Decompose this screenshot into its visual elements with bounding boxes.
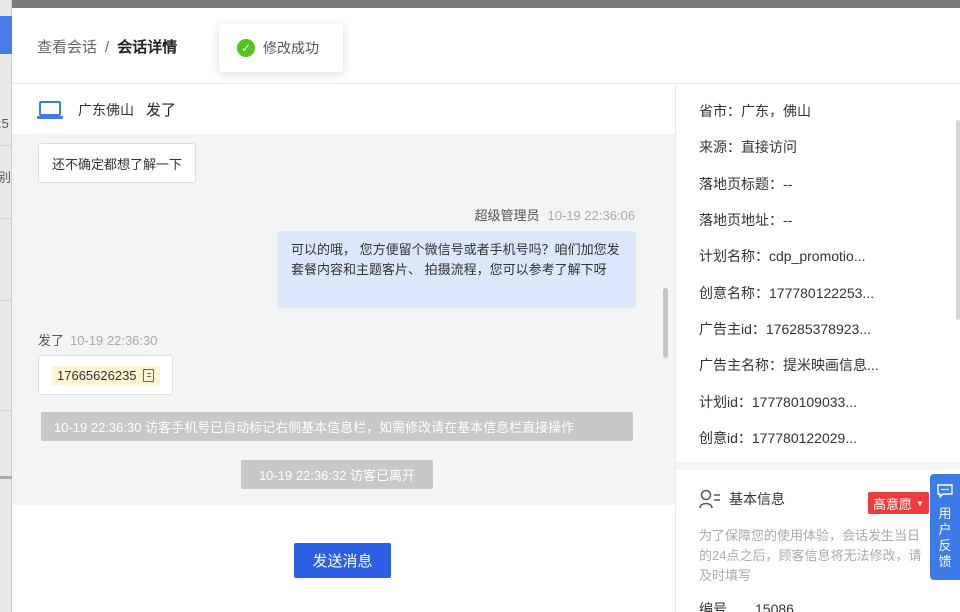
phone-number: 17665626235: [57, 367, 137, 383]
visitor-info-panel: 省市：广东，佛山 来源：直接访问 落地页标题：-- 落地页地址：-- 计划名称：…: [675, 85, 960, 612]
code-row: 编号 15086: [699, 599, 794, 612]
agent-message-meta: 超级管理员 10-19 22:36:06: [475, 205, 635, 224]
background-divider: [0, 300, 12, 301]
success-toast: ✓ 修改成功: [219, 24, 343, 72]
info-landing-url: 落地页地址：--: [699, 212, 793, 228]
background-divider: [0, 218, 12, 219]
agent-message: 可以的哦， 您方便留个微信号或者手机号吗？咱们加您发套餐内容和主题客片、 拍摄流…: [277, 231, 636, 308]
visitor-region: 广东佛山: [78, 101, 134, 118]
info-source: 来源：直接访问: [699, 139, 797, 155]
breadcrumb-current: 会话详情: [117, 39, 178, 56]
chat-footer: 发送消息: [12, 505, 675, 612]
message-time: 10-19 22:36:30: [70, 333, 158, 348]
background-text-fragment: 别: [0, 170, 12, 185]
phone-chip[interactable]: 17665626235: [51, 365, 160, 385]
info-plan-id: 计划id：177780109033...: [699, 394, 857, 410]
session-detail-drawer: 查看会话 / 会话详情 ✓ 修改成功 广东佛山 发了 还不确定都想了解一下 超级管理…: [12, 8, 960, 612]
info-scrollbar[interactable]: [956, 120, 960, 320]
message-icon: [937, 484, 953, 498]
section-divider: [676, 462, 960, 470]
check-circle-icon: ✓: [237, 39, 255, 57]
background-text-fragment: :5: [0, 116, 9, 131]
breadcrumb-separator: /: [105, 39, 110, 56]
system-notice-text: 10-19 22:36:30 访客手机号已自动标记右侧基本信息栏，如需修改请在基…: [54, 420, 575, 435]
chat-panel: 广东佛山 发了 还不确定都想了解一下 超级管理员 10-19 22:36:06 可…: [12, 85, 675, 612]
breadcrumb: 查看会话 / 会话详情: [37, 36, 177, 57]
chat-scrollbar[interactable]: [663, 288, 668, 358]
intent-label: 高意愿: [873, 496, 913, 512]
visitor-message-meta: 发了 10-19 22:36:30: [38, 330, 157, 349]
feedback-button[interactable]: 用户反馈: [930, 474, 960, 580]
message-time: 10-19 22:36:06: [547, 208, 635, 223]
visitor-phone-message: 17665626235: [38, 355, 173, 395]
breadcrumb-parent[interactable]: 查看会话: [37, 39, 97, 56]
send-message-button[interactable]: 发送消息: [294, 543, 391, 578]
background-divider: [0, 476, 12, 479]
toast-text: 修改成功: [263, 40, 319, 56]
info-creative-id: 创意id：177780122029...: [699, 430, 857, 446]
caret-down-icon: ▼: [916, 498, 924, 508]
basic-info-title: 基本信息: [729, 491, 785, 507]
code-value: 15086: [755, 601, 794, 612]
drawer-header: 查看会话 / 会话详情: [12, 8, 960, 84]
background-divider: [0, 410, 12, 411]
info-advertiser-id: 广告主id：176285378923...: [699, 321, 871, 337]
info-advertiser-name: 广告主名称：提米映画信息...: [699, 357, 879, 373]
info-plan-name: 计划名称：cdp_promotio...: [699, 248, 866, 264]
feedback-label: 用户反馈: [938, 506, 952, 569]
laptop-icon: [37, 100, 63, 119]
chat-header: 广东佛山 发了: [12, 85, 675, 135]
visitor-message: 还不确定都想了解一下: [38, 143, 197, 183]
copy-icon[interactable]: [142, 368, 154, 382]
user-list-icon: [699, 489, 720, 509]
system-notice-text: 10-19 22:36:32 访客已离开: [258, 468, 416, 483]
background-divider: [0, 145, 12, 146]
background-tab: [0, 16, 12, 54]
intent-dropdown[interactable]: 高意愿 ▼: [868, 492, 929, 514]
agent-name: 超级管理员: [474, 208, 540, 223]
system-notice: 10-19 22:36:30 访客手机号已自动标记右侧基本信息栏，如需修改请在基…: [41, 412, 633, 441]
info-province: 省市：广东，佛山: [699, 103, 811, 119]
message-text: 还不确定都想了解一下: [52, 156, 183, 172]
code-label: 编号: [699, 601, 727, 612]
info-landing-title: 落地页标题：--: [699, 176, 793, 192]
info-creative-name: 创意名称：177780122253...: [699, 285, 875, 301]
message-text: 可以的哦， 您方便留个微信号或者手机号吗？咱们加您发套餐内容和主题客片、 拍摄流…: [291, 242, 620, 277]
visitor-name: 发了: [146, 102, 177, 119]
visitor-name: 发了: [38, 333, 65, 348]
system-notice: 10-19 22:36:32 访客已离开: [241, 460, 433, 489]
basic-info-note: 为了保障您的使用体验，会话发生当日的24点之后，顾客信息将无法修改，请及时填写: [699, 528, 922, 583]
background-app: :5 别: [0, 0, 12, 612]
